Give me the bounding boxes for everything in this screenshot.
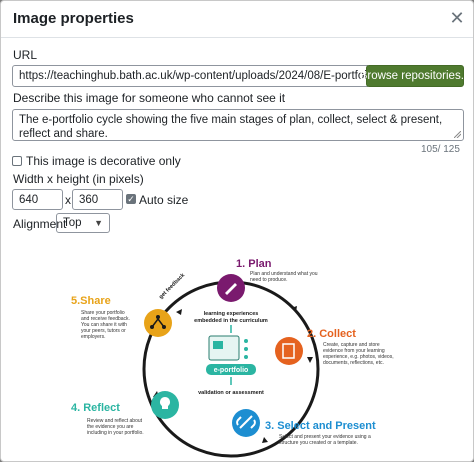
alignment-value: Top [63, 217, 82, 229]
resize-grip-icon[interactable] [454, 131, 461, 138]
arrow-head-2 [307, 357, 313, 363]
share-title: 5.Share [71, 295, 111, 307]
center-top-line-2: embedded in the curriculum [194, 318, 268, 324]
plan-desc-2: need to produce. [250, 277, 288, 283]
character-counter: 105/ 125 [421, 144, 460, 155]
dialog-header: Image properties ✕ [1, 1, 473, 38]
center-top-line-1: learning experiences [204, 311, 259, 317]
share-stage-icon [144, 309, 172, 337]
share-desc-5: employers. [81, 334, 105, 340]
collect-desc-4: documents, reflections, etc. [323, 360, 384, 366]
auto-size-label: Auto size [139, 193, 189, 207]
image-properties-dialog: Image properties ✕ URL https://teachingh… [0, 0, 474, 462]
collect-title: 2. Collect [307, 328, 356, 340]
url-label: URL [13, 48, 38, 62]
height-input[interactable]: 360 [72, 189, 123, 210]
description-label: Describe this image for someone who cann… [13, 91, 286, 105]
collect-stage-icon [275, 337, 303, 365]
description-textarea[interactable]: The e-portfolio cycle showing the five m… [12, 109, 464, 141]
close-icon[interactable]: ✕ [447, 8, 467, 28]
decorative-checkbox[interactable] [12, 156, 22, 166]
size-label: Width x height (in pixels) [13, 172, 144, 186]
width-input[interactable]: 640 [12, 189, 63, 210]
width-value: 640 [19, 193, 39, 206]
url-input[interactable]: https://teachinghub.bath.ac.uk/wp-conten… [12, 65, 368, 87]
alignment-select[interactable]: Top ▼ [56, 213, 110, 233]
size-separator: x [65, 193, 71, 207]
e-portfolio-label: e-portfolio [214, 367, 249, 374]
chevron-down-icon: ▼ [94, 218, 103, 228]
select-desc-2: structure you created or a template. [279, 440, 358, 446]
center-bottom-label: validation or assessment [198, 390, 264, 396]
height-value: 360 [79, 193, 99, 206]
description-value: The e-portfolio cycle showing the five m… [19, 114, 443, 140]
image-preview: learning experiences embedded in the cur… [71, 258, 394, 458]
select-title: 3. Select and Present [265, 420, 376, 432]
url-value: https://teachinghub.bath.ac.uk/wp-conten… [19, 70, 367, 82]
decorative-label: This image is decorative only [26, 154, 181, 168]
arrow-head-5 [176, 309, 182, 315]
reflect-desc-3: including in your portfolio. [87, 430, 144, 436]
auto-size-checkbox[interactable]: ✓ [126, 194, 136, 204]
plan-title: 1. Plan [236, 258, 272, 270]
arrow-head-3 [262, 437, 268, 443]
reflect-title: 4. Reflect [71, 402, 120, 414]
dialog-title: Image properties [13, 10, 134, 27]
browse-repositories-button[interactable]: Browse repositories... [360, 65, 470, 87]
